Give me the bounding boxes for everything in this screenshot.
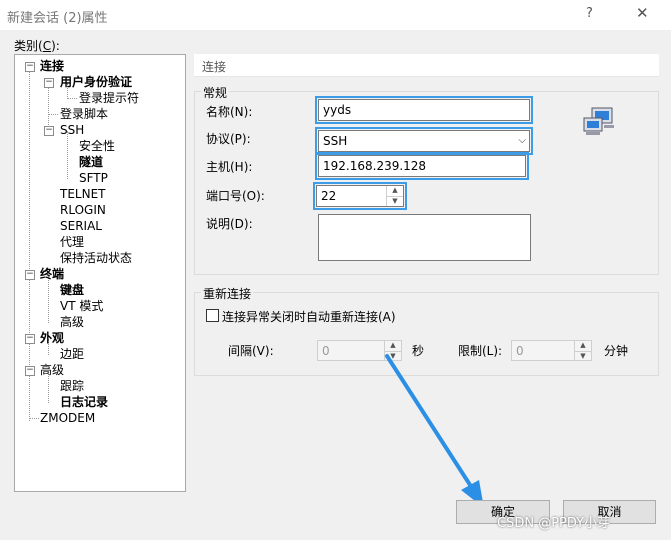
- annotation-arrow: [385, 354, 484, 508]
- watermark: CSDN @PPDY小芽: [497, 516, 611, 531]
